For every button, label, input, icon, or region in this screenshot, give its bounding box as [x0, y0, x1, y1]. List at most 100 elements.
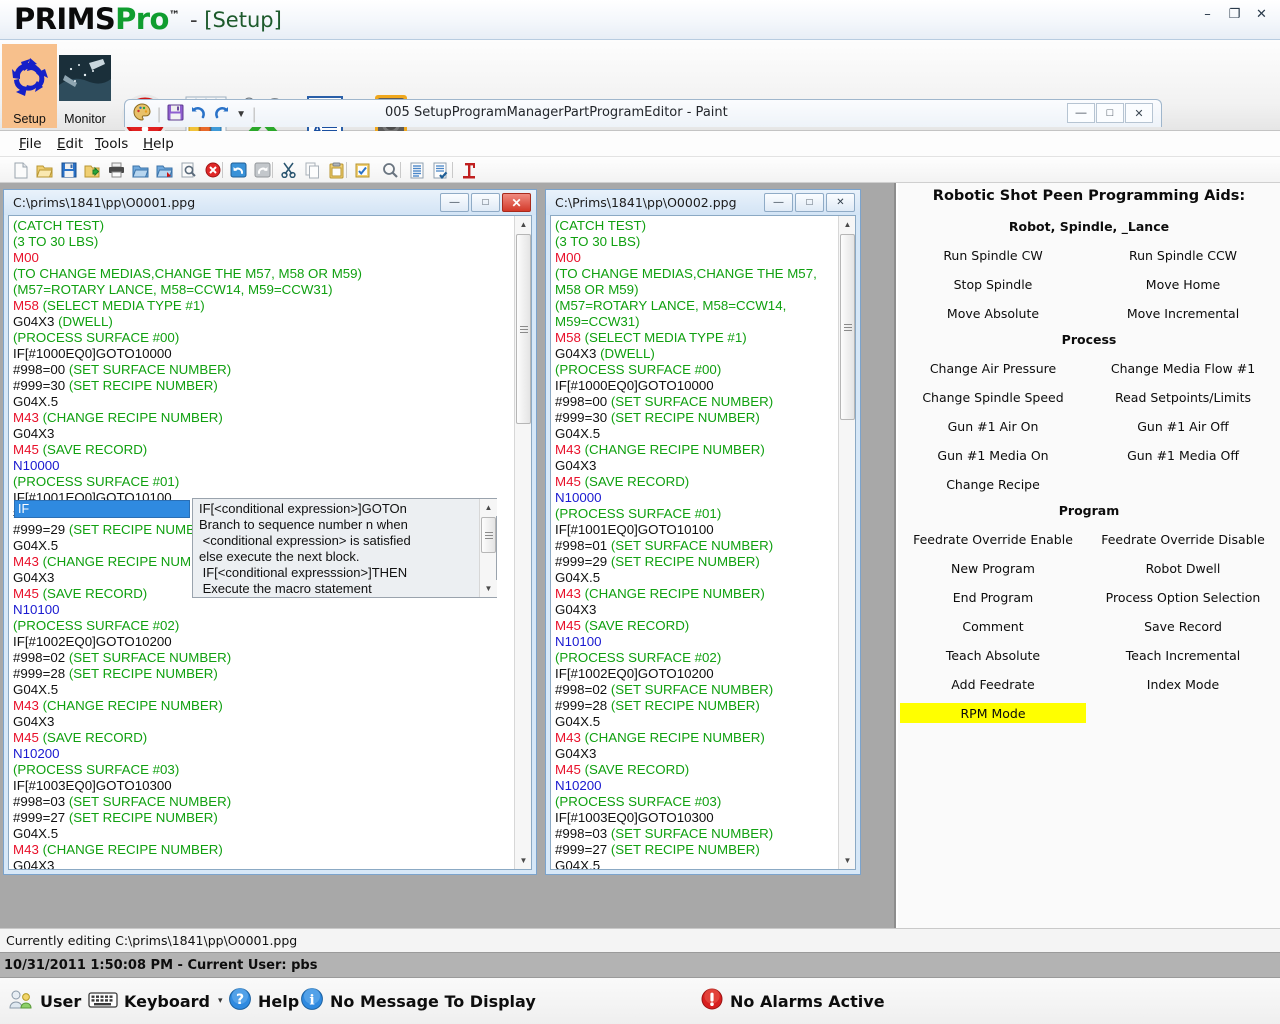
editor-window-o0001-controls: — □ ✕ — [440, 193, 531, 212]
print-preview-icon[interactable] — [178, 160, 199, 180]
customize-qat-icon[interactable]: ▼ — [236, 109, 246, 120]
editor1-vertical-scrollbar[interactable]: ▲ ▼ — [514, 216, 531, 869]
editor2-scroll-up-icon[interactable]: ▲ — [839, 216, 855, 233]
print-icon[interactable] — [106, 160, 127, 180]
aid-button-change-spindle-speed[interactable]: Change Spindle Speed — [900, 387, 1086, 407]
editor2-scroll-thumb[interactable] — [840, 234, 855, 420]
delete-icon[interactable] — [202, 160, 223, 180]
editor1-scroll-thumb[interactable] — [516, 234, 531, 424]
help-button[interactable]: ? Help — [228, 985, 299, 1017]
keyboard-dropdown-caret-icon[interactable]: ▾ — [218, 996, 223, 1006]
save-icon[interactable] — [167, 104, 184, 126]
paint-close-button[interactable]: ✕ — [1125, 103, 1153, 123]
tooltip-scroll-thumb[interactable] — [481, 517, 496, 553]
aid-button-change-air-pressure[interactable]: Change Air Pressure — [900, 358, 1086, 378]
aid-button-add-feedrate[interactable]: Add Feedrate — [900, 674, 1086, 694]
aid-button-run-spindle-ccw[interactable]: Run Spindle CCW — [1088, 245, 1278, 265]
editor-window-o0002-titlebar[interactable]: C:\Prims\1841\pp\O0002.ppg — □ ✕ — [546, 190, 860, 215]
aid-button-index-mode[interactable]: Index Mode — [1088, 674, 1278, 694]
editor-window-o0001-titlebar[interactable]: C:\prims\1841\pp\O0001.ppg — □ ✕ — [4, 190, 536, 215]
aid-button-comment[interactable]: Comment — [900, 616, 1086, 636]
editor2-close-button[interactable]: ✕ — [826, 193, 855, 212]
aid-button-change-media-flow-1[interactable]: Change Media Flow #1 — [1088, 358, 1278, 378]
menu-tools[interactable]: Tools — [88, 135, 135, 153]
redo-icon[interactable] — [213, 104, 230, 126]
tooltip-scroll-down-icon[interactable]: ▼ — [480, 580, 497, 597]
editor-window-o0002[interactable]: C:\Prims\1841\pp\O0002.ppg — □ ✕ (CATCH … — [545, 189, 861, 875]
code-line: (M57=ROTARY LANCE, M58=CCW14, M59=CCW31) — [555, 298, 790, 329]
aid-button-move-absolute[interactable]: Move Absolute — [900, 303, 1086, 323]
code-line: IF[#1002EQ0]GOTO10200 — [13, 634, 172, 649]
aid-button-run-spindle-cw[interactable]: Run Spindle CW — [900, 245, 1086, 265]
editor2-minimize-button[interactable]: — — [764, 193, 793, 212]
close-button[interactable]: ✕ — [1249, 4, 1274, 25]
code-line: (3 TO 30 LBS) — [555, 234, 641, 249]
keyboard-button[interactable]: Keyboard ▾ — [88, 985, 223, 1017]
aid-button-gun-1-media-on[interactable]: Gun #1 Media On — [900, 445, 1086, 465]
aid-button-read-setpoints-limits[interactable]: Read Setpoints/Limits — [1088, 387, 1278, 407]
robot-icon[interactable] — [458, 160, 479, 180]
aid-button-gun-1-air-on[interactable]: Gun #1 Air On — [900, 416, 1086, 436]
autocomplete-dropdown[interactable]: IF — [14, 500, 190, 518]
aid-button-feedrate-override-disable[interactable]: Feedrate Override Disable — [1088, 529, 1278, 549]
editor2-scroll-down-icon[interactable]: ▼ — [839, 852, 855, 869]
aid-button-robot-dwell[interactable]: Robot Dwell — [1088, 558, 1278, 578]
menu-file[interactable]: File — [12, 135, 49, 153]
checklist-icon[interactable] — [430, 160, 451, 180]
aid-button-gun-1-media-off[interactable]: Gun #1 Media Off — [1088, 445, 1278, 465]
editor1-close-button[interactable]: ✕ — [502, 193, 531, 212]
info-icon: i — [300, 987, 324, 1015]
aid-button-teach-absolute[interactable]: Teach Absolute — [900, 645, 1086, 665]
tooltip-vertical-scrollbar[interactable]: ▲ ▼ — [479, 499, 497, 597]
code-line: #999=30 (SET RECIPE NUMBER) — [13, 378, 218, 393]
autocomplete-selected-item[interactable]: IF — [15, 501, 189, 517]
paint-minimize-button[interactable]: — — [1067, 103, 1095, 123]
import-icon[interactable] — [130, 160, 151, 180]
aid-button-new-program[interactable]: New Program — [900, 558, 1086, 578]
sidebar-item-monitor[interactable]: Monitor — [57, 44, 113, 128]
code-line: M43 (CHANGE RECIPE NUMBER) — [555, 442, 765, 457]
open-folder-icon[interactable] — [34, 160, 55, 180]
aid-button-end-program[interactable]: End Program — [900, 587, 1086, 607]
aid-button-rpm-mode[interactable]: RPM Mode — [900, 703, 1086, 723]
editor2-maximize-button[interactable]: □ — [795, 193, 824, 212]
save-icon[interactable] — [58, 160, 79, 180]
find-icon[interactable] — [380, 160, 401, 180]
menu-help[interactable]: Help — [136, 135, 181, 153]
aid-button-save-record[interactable]: Save Record — [1088, 616, 1278, 636]
aid-button-change-recipe[interactable]: Change Recipe — [900, 474, 1086, 494]
editor2-vertical-scrollbar[interactable]: ▲ ▼ — [838, 216, 855, 869]
menu-edit[interactable]: Edit — [50, 135, 90, 153]
editor1-scroll-down-icon[interactable]: ▼ — [515, 852, 531, 869]
new-file-icon[interactable] — [10, 160, 31, 180]
redo-icon[interactable] — [252, 160, 273, 180]
paint-maximize-button[interactable]: □ — [1096, 103, 1124, 123]
user-button[interactable]: User ▾ — [8, 985, 94, 1017]
editor1-minimize-button[interactable]: — — [440, 193, 469, 212]
menu-file-accel: F — [19, 136, 26, 152]
aid-button-move-home[interactable]: Move Home — [1088, 274, 1278, 294]
paste-icon[interactable] — [326, 160, 347, 180]
list-icon[interactable] — [406, 160, 427, 180]
editor1-scroll-up-icon[interactable]: ▲ — [515, 216, 531, 233]
paint-palette-icon[interactable] — [133, 103, 151, 126]
aid-button-feedrate-override-enable[interactable]: Feedrate Override Enable — [900, 529, 1086, 549]
edit-note-icon[interactable] — [352, 160, 373, 180]
undo-icon[interactable] — [190, 104, 207, 126]
export-icon[interactable] — [154, 160, 175, 180]
copy-icon[interactable] — [302, 160, 323, 180]
cut-icon[interactable] — [278, 160, 299, 180]
aid-button-gun-1-air-off[interactable]: Gun #1 Air Off — [1088, 416, 1278, 436]
aid-button-teach-incremental[interactable]: Teach Incremental — [1088, 645, 1278, 665]
aid-button-process-option-selection[interactable]: Process Option Selection — [1088, 587, 1278, 607]
undo-icon[interactable] — [228, 160, 249, 180]
aid-button-move-incremental[interactable]: Move Incremental — [1088, 303, 1278, 323]
sidebar-item-setup[interactable]: Setup — [2, 44, 57, 128]
save-as-icon[interactable] — [82, 160, 103, 180]
tooltip-scroll-up-icon[interactable]: ▲ — [480, 499, 497, 516]
aid-button-stop-spindle[interactable]: Stop Spindle — [900, 274, 1086, 294]
maximize-button[interactable]: ❐ — [1222, 4, 1247, 25]
editor-window-o0002-textarea[interactable]: (CATCH TEST) (3 TO 30 LBS) M00 (TO CHANGE M… — [550, 215, 856, 870]
editor1-maximize-button[interactable]: □ — [471, 193, 500, 212]
minimize-button[interactable]: – — [1195, 4, 1220, 25]
